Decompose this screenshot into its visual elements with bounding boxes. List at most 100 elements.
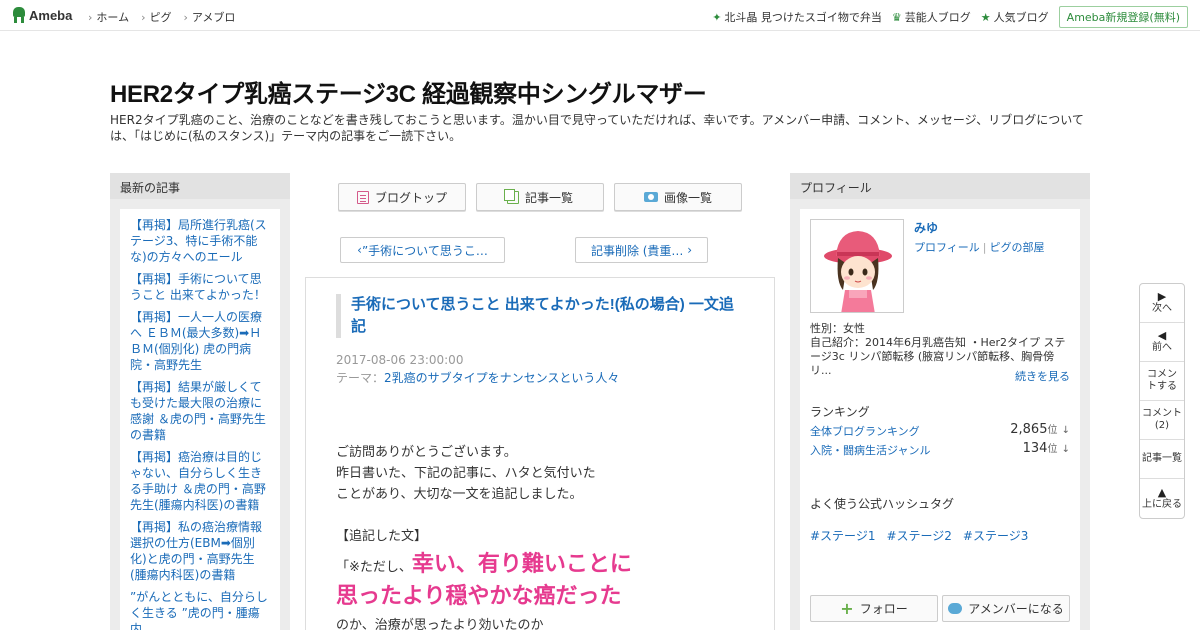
- image-list-button[interactable]: 画像一覧: [614, 183, 742, 211]
- recent-posts-heading: 最新の記事: [110, 173, 290, 199]
- prev-article-label: ”手術について思うこ…: [361, 243, 488, 258]
- arrow-down-icon: ↓: [1061, 425, 1070, 436]
- article-list-side-label: 記事一覧: [1142, 453, 1182, 464]
- blog-title[interactable]: HER2タイプ乳癌ステージ3C 経過観察中シングルマザー: [110, 74, 707, 109]
- blog-toolbar: ブログトップ 記事一覧 画像一覧: [338, 183, 742, 211]
- article-theme-label: テーマ：: [336, 371, 385, 385]
- header-link-celebrity[interactable]: ♛ 芸能人ブログ: [892, 9, 971, 25]
- hashtag-list: #ステージ1 #ステージ2 #ステージ3: [810, 527, 1028, 544]
- blog-description: HER2タイプ乳癌のこと、治療のことなどを書き残しておこうと思います。温かい目で…: [110, 113, 1084, 143]
- ameba-logo-icon: [12, 7, 26, 23]
- header-links: ✦ 北斗晶 見つけたスゴイ物で弁当 ♛ 芸能人ブログ ★ 人気ブログ Ameba新規登…: [712, 6, 1188, 28]
- ameba-logo[interactable]: Ameba: [12, 7, 72, 23]
- hashtag-link[interactable]: #ステージ1: [810, 527, 875, 544]
- hashtag-link[interactable]: #ステージ3: [963, 527, 1028, 544]
- highlight-text: 幸い、有り難いことに: [411, 552, 632, 577]
- recent-post-link[interactable]: ”がんとともに、自分らしく生きる ”虎の門・腫瘍内: [130, 589, 270, 630]
- hashtag-heading: よく使う公式ハッシュタグ: [810, 497, 955, 511]
- highlight-text: 思ったより穏やかな癌だった: [336, 584, 622, 609]
- article-list-button[interactable]: 記事一覧: [476, 183, 604, 211]
- header-link-promo-label: 北斗晶 見つけたスゴイ物で弁当: [724, 11, 882, 24]
- ranking-row: 全体ブログランキング 2,865位 ↓: [810, 422, 1070, 439]
- article-list-side-button[interactable]: 記事一覧: [1140, 440, 1184, 479]
- header-link-popular-label: 人気ブログ: [993, 11, 1049, 24]
- avatar[interactable]: [810, 219, 904, 313]
- comments-button[interactable]: コメント (2): [1140, 401, 1184, 440]
- ranking-label[interactable]: 全体ブログランキング: [810, 425, 920, 438]
- article-theme-link[interactable]: 2乳癌のサブタイプをナンセンスという人々: [384, 371, 619, 385]
- article-paragraph: 昨日書いた、下記の記事に、ハタと気付いた: [336, 466, 596, 481]
- crown-icon: ♛: [891, 11, 902, 24]
- prev-label: 前へ: [1152, 342, 1172, 353]
- recent-post-link[interactable]: 【再掲】局所進行乳癌(ステージ3、特に手術不能な)の方々へのエール: [130, 217, 270, 265]
- next-button[interactable]: ▶ 次へ: [1140, 284, 1184, 323]
- chevron-right-icon: ›: [683, 243, 693, 257]
- plus-icon: +: [840, 599, 854, 618]
- article-paragraph: のか、治療が思ったより効いたのか: [336, 618, 544, 630]
- article-paragraph: ご訪問ありがとうございます。: [336, 445, 517, 460]
- header-link-celebrity-label: 芸能人ブログ: [904, 11, 971, 24]
- article-theme: テーマ：2乳癌のサブタイプをナンセンスという人々: [336, 369, 619, 386]
- ranking-value: 134位 ↓: [1023, 440, 1070, 456]
- article-quote-line: 思ったより穏やかな癌だった: [336, 579, 756, 615]
- nav-ameblo[interactable]: アメブロ: [183, 9, 235, 25]
- next-label: 次へ: [1152, 303, 1172, 314]
- blog-top-button[interactable]: ブログトップ: [338, 183, 466, 211]
- recent-post-link[interactable]: 【再掲】結果が厳しくても受けた最大限の治療に感謝 ＆虎の門・高野先生の書籍: [130, 379, 270, 443]
- profile-links: プロフィール | ピグの部屋: [914, 241, 1045, 254]
- logo-text: Ameba: [29, 7, 73, 23]
- avatar-image: [824, 231, 892, 312]
- nav-home[interactable]: ホーム: [88, 9, 129, 25]
- amember-label: アメンバーになる: [968, 602, 1064, 616]
- register-button[interactable]: Ameba新規登録(無料): [1058, 6, 1188, 28]
- quote-prefix: 「※ただし、: [336, 560, 412, 575]
- back-to-top-button[interactable]: ▲ 上に戻る: [1140, 479, 1184, 518]
- profile-box: みゆ プロフィール | ピグの部屋 性別：女性 自己紹介：2014年6月乳癌告知 ・…: [800, 209, 1080, 630]
- article-title[interactable]: 手術について思うこと 出来てよかった!(私の場合) 一文追記: [336, 294, 736, 338]
- profile-name[interactable]: みゆ: [914, 219, 938, 236]
- profile-more-link[interactable]: 続きを見る: [1015, 368, 1070, 384]
- triangle-up-icon: ▲: [1157, 485, 1167, 499]
- pigg-room-link[interactable]: ピグの部屋: [990, 241, 1045, 254]
- play-left-icon: ◀: [1157, 329, 1167, 342]
- speech-bubble-icon: [948, 603, 963, 614]
- amember-button[interactable]: アメンバーになる: [942, 595, 1070, 622]
- header-link-popular[interactable]: ★ 人気ブログ: [981, 9, 1049, 25]
- profile-link[interactable]: プロフィール: [914, 241, 980, 254]
- camera-icon: [643, 192, 658, 202]
- recent-posts-list: 【再掲】局所進行乳癌(ステージ3、特に手術不能な)の方々へのエール 【再掲】手術…: [120, 209, 280, 630]
- profile-heading: プロフィール: [790, 173, 1090, 199]
- profile-panel: プロフィール みゆ プロフィール | ピグの部屋 性別：女性 自己紹介：2014…: [790, 173, 1090, 630]
- prev-article-button[interactable]: ‹ ”手術について思うこ…: [340, 237, 505, 263]
- arrow-down-icon: ↓: [1061, 444, 1070, 455]
- article-date: 2017-08-06 23:00:00: [336, 353, 464, 367]
- ranking-unit: 位: [1047, 444, 1058, 455]
- header-link-promo[interactable]: ✦ 北斗晶 見つけたスゴイ物で弁当: [712, 9, 882, 25]
- ranking-row: 入院・闘病生活ジャンル 134位 ↓: [810, 440, 1070, 458]
- recent-post-link[interactable]: 【再掲】一人一人の医療へ ＥＢＭ(最大多数)➡ＨＢＭ(個別化) 虎の門病院・高野…: [130, 309, 270, 373]
- next-article-button[interactable]: 記事削除 (貴重… ›: [575, 237, 708, 263]
- prev-button[interactable]: ◀ 前へ: [1140, 323, 1184, 362]
- comments-label: コメント: [1142, 408, 1182, 419]
- comments-count: (2): [1154, 420, 1170, 431]
- sparkle-icon: ✦: [712, 11, 722, 24]
- ranking-unit: 位: [1047, 425, 1058, 436]
- article-list-label: 記事一覧: [524, 190, 573, 205]
- recent-post-link[interactable]: 【再掲】手術について思うこと 出来てよかった！: [130, 271, 270, 303]
- follow-button[interactable]: + フォロー: [810, 595, 938, 622]
- image-list-label: 画像一覧: [663, 190, 712, 205]
- header-nav: ホーム ピグ アメブロ: [88, 9, 235, 25]
- article-paragraph: ことがあり、大切な一文を追記しました。: [336, 487, 583, 502]
- ranking-heading: ランキング: [810, 405, 870, 419]
- ranking-number: 134: [1022, 441, 1048, 456]
- recent-post-link[interactable]: 【再掲】私の癌治療情報選択の仕方(EBM➡個別化)と虎の門・高野先生(腫瘍内科医…: [130, 519, 270, 583]
- profile-gender: 性別：女性: [810, 322, 865, 335]
- comment-label: コメントする: [1147, 369, 1177, 392]
- recent-post-link[interactable]: 【再掲】癌治療は目的じゃない、自分らしく生きる手助け ＆虎の門・高野先生(腫瘍内…: [130, 449, 270, 513]
- hashtag-link[interactable]: #ステージ2: [886, 527, 951, 544]
- nav-pigg[interactable]: ピグ: [141, 9, 171, 25]
- ranking-label[interactable]: 入院・闘病生活ジャンル: [810, 444, 930, 457]
- comment-button[interactable]: コメントする: [1140, 362, 1184, 401]
- recent-posts-panel: 最新の記事 【再掲】局所進行乳癌(ステージ3、特に手術不能な)の方々へのエール …: [110, 173, 290, 630]
- back-to-top-label: 上に戻る: [1142, 498, 1182, 510]
